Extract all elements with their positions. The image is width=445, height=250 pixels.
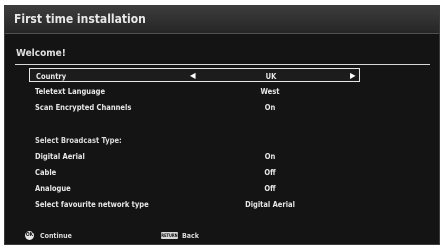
divider xyxy=(15,64,430,65)
scan-encrypted-row[interactable]: Scan Encrypted Channels On xyxy=(29,100,360,114)
teletext-language-label: Teletext Language xyxy=(35,87,106,96)
teletext-language-row[interactable]: Teletext Language West xyxy=(29,84,360,98)
title-bar: First time installation xyxy=(5,6,439,34)
teletext-language-value: West xyxy=(260,87,280,96)
right-arrow-icon[interactable]: ▶ xyxy=(350,71,356,80)
window-title: First time installation xyxy=(14,12,146,26)
back-label: Back xyxy=(182,232,199,240)
welcome-heading: Welcome! xyxy=(16,48,66,59)
left-arrow-icon[interactable]: ◀ xyxy=(190,71,196,80)
country-row[interactable]: Country ◀ UK ▶ xyxy=(29,68,360,82)
analogue-label: Analogue xyxy=(35,184,71,193)
country-label: Country xyxy=(36,72,67,81)
network-type-row[interactable]: Select favourite network type Digital Ae… xyxy=(29,197,360,211)
network-type-label: Select favourite network type xyxy=(35,200,149,209)
broadcast-type-heading: Select Broadcast Type: xyxy=(35,136,122,145)
cable-label: Cable xyxy=(35,168,57,177)
network-type-value: Digital Aerial xyxy=(245,200,295,209)
scan-encrypted-value: On xyxy=(264,103,276,112)
cable-value: Off xyxy=(264,168,276,177)
return-button-icon[interactable]: RETURN xyxy=(161,232,178,239)
country-value: UK xyxy=(265,72,277,81)
scan-encrypted-label: Scan Encrypted Channels xyxy=(35,103,132,112)
digital-aerial-label: Digital Aerial xyxy=(35,152,85,161)
digital-aerial-value: On xyxy=(264,152,276,161)
ok-button-icon[interactable]: OK xyxy=(25,231,34,240)
continue-label: Continue xyxy=(40,232,72,240)
analogue-row[interactable]: Analogue Off xyxy=(29,181,360,195)
footer-bar: OK Continue RETURN Back xyxy=(5,228,439,244)
digital-aerial-row[interactable]: Digital Aerial On xyxy=(29,149,360,163)
analogue-value: Off xyxy=(264,184,276,193)
installation-dialog: First time installation Welcome! Country… xyxy=(4,5,440,245)
cable-row[interactable]: Cable Off xyxy=(29,165,360,179)
